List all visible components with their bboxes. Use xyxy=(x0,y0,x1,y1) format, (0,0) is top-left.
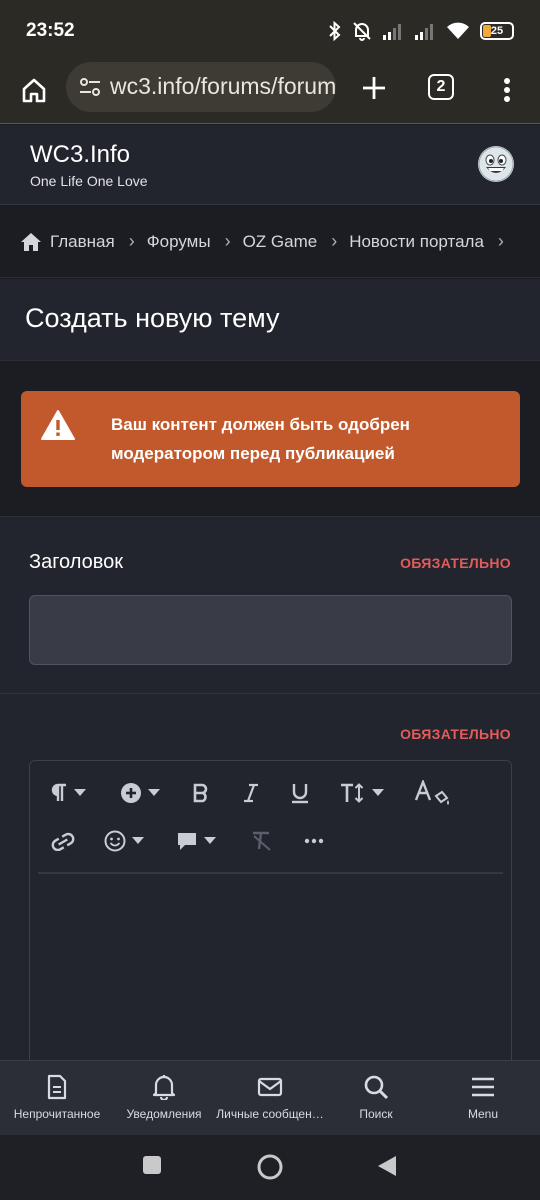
text-size-button[interactable] xyxy=(340,773,384,813)
underline-icon xyxy=(292,784,308,804)
tab-count: 2 xyxy=(436,78,446,95)
battery-level: 25 xyxy=(490,25,504,37)
site-subtitle: One Life One Love xyxy=(30,173,148,189)
site-title[interactable]: WC3.Info xyxy=(30,141,130,169)
insert-icon xyxy=(121,783,141,803)
home-nav-button[interactable] xyxy=(256,1153,284,1181)
smiley-avatar-icon xyxy=(478,146,514,182)
bell-icon xyxy=(152,1075,176,1100)
signal-icon xyxy=(383,24,401,40)
nav-messages[interactable]: Личные сообщен… xyxy=(216,1061,324,1136)
message-editor[interactable] xyxy=(29,760,512,1080)
more-options-button[interactable] xyxy=(304,821,324,861)
home-icon[interactable] xyxy=(20,232,42,252)
status-icons: 25 xyxy=(328,18,514,44)
browser-toolbar: wc3.info/forums/forum 2 xyxy=(0,62,540,124)
tab-switcher-button[interactable]: 2 xyxy=(428,74,454,100)
nav-label: Уведомления xyxy=(126,1107,202,1121)
url-text[interactable]: wc3.info/forums/forum xyxy=(110,73,336,100)
battery-icon: 25 xyxy=(480,22,514,40)
nav-label: Menu xyxy=(467,1107,499,1121)
chevron-right-icon: › xyxy=(497,231,504,251)
paragraph-format-button[interactable] xyxy=(50,773,86,813)
page-title: Создать новую тему xyxy=(25,303,280,333)
page-title-bar: Создать новую тему xyxy=(0,279,540,361)
search-icon xyxy=(364,1075,389,1100)
site-header: WC3.Info One Life One Love xyxy=(0,125,540,205)
emoji-button[interactable] xyxy=(104,821,144,861)
italic-button[interactable] xyxy=(242,773,260,813)
wifi-icon xyxy=(447,22,469,39)
home-icon xyxy=(22,78,46,103)
text-color-button[interactable] xyxy=(414,773,452,813)
browser-menu-button[interactable] xyxy=(494,70,520,110)
text-color-icon xyxy=(414,780,449,805)
caret-down-icon xyxy=(74,789,86,796)
menu-icon xyxy=(472,1077,494,1097)
mute-icon xyxy=(353,22,371,41)
title-input[interactable] xyxy=(29,595,512,665)
required-badge: ОБЯЗАТЕЛЬНО xyxy=(400,555,511,571)
divider xyxy=(0,693,540,694)
caret-down-icon xyxy=(148,789,160,796)
nav-label: Личные сообщен… xyxy=(216,1107,324,1121)
chevron-right-icon: › xyxy=(331,231,338,251)
nav-label: Непрочитанное xyxy=(13,1107,101,1121)
envelope-icon xyxy=(257,1077,283,1097)
italic-icon xyxy=(244,783,258,803)
caret-down-icon xyxy=(132,837,144,844)
address-bar[interactable]: wc3.info/forums/forum xyxy=(66,62,336,112)
document-icon xyxy=(47,1074,67,1100)
emoji-icon xyxy=(104,830,126,852)
breadcrumb: Главная › Форумы › OZ Game › Новости пор… xyxy=(0,206,540,278)
link-icon xyxy=(51,832,75,851)
chevron-right-icon: › xyxy=(128,231,135,251)
quote-icon xyxy=(178,833,196,850)
bottom-navigation: Непрочитанное Уведомления Личные сообщен… xyxy=(0,1060,540,1135)
recents-button[interactable] xyxy=(142,1155,162,1175)
paragraph-icon xyxy=(51,783,66,801)
system-navigation-bar xyxy=(0,1135,540,1200)
nav-label: Поиск xyxy=(359,1107,393,1121)
text-size-icon xyxy=(341,783,364,803)
bold-button[interactable] xyxy=(192,773,210,813)
required-badge: ОБЯЗАТЕЛЬНО xyxy=(400,726,511,742)
breadcrumb-item[interactable]: OZ Game xyxy=(243,232,318,252)
caret-down-icon xyxy=(372,789,384,796)
title-field-label: Заголовок xyxy=(29,551,124,573)
nav-search[interactable]: Поиск xyxy=(330,1061,422,1136)
link-button[interactable] xyxy=(50,821,76,861)
underline-button[interactable] xyxy=(290,773,310,813)
home-button[interactable] xyxy=(14,70,54,110)
more-horiz-icon xyxy=(304,838,324,844)
breadcrumb-item[interactable]: Форумы xyxy=(147,232,211,252)
nav-unread[interactable]: Непрочитанное xyxy=(4,1061,110,1136)
thread-form: Заголовок ОБЯЗАТЕЛЬНО ОБЯЗАТЕЛЬНО xyxy=(0,516,540,1080)
quote-button[interactable] xyxy=(176,821,216,861)
nav-menu[interactable]: Menu xyxy=(438,1061,528,1136)
insert-button[interactable] xyxy=(120,773,160,813)
more-vert-icon xyxy=(504,78,510,102)
alert-message: Ваш контент должен быть одобрен модерато… xyxy=(111,415,410,463)
new-tab-button[interactable] xyxy=(354,68,394,108)
signal-icon xyxy=(415,24,433,40)
toolbar-divider xyxy=(38,872,503,874)
clear-format-button[interactable] xyxy=(250,821,274,861)
status-bar: 23:52 25 xyxy=(0,0,540,62)
plus-icon xyxy=(363,77,385,99)
back-button[interactable] xyxy=(376,1155,398,1177)
bluetooth-icon xyxy=(329,21,341,41)
nav-notifications[interactable]: Уведомления xyxy=(112,1061,216,1136)
avatar[interactable] xyxy=(478,146,514,182)
status-time: 23:52 xyxy=(26,20,75,41)
caret-down-icon xyxy=(204,837,216,844)
clear-format-icon xyxy=(253,831,271,851)
chevron-right-icon: › xyxy=(224,231,231,251)
warning-icon xyxy=(41,410,75,440)
moderation-alert: Ваш контент должен быть одобрен модерато… xyxy=(21,391,520,487)
site-settings-icon[interactable] xyxy=(78,75,102,99)
breadcrumb-item[interactable]: Новости портала xyxy=(349,232,484,252)
breadcrumb-item[interactable]: Главная xyxy=(50,232,115,252)
bold-icon xyxy=(193,783,208,803)
